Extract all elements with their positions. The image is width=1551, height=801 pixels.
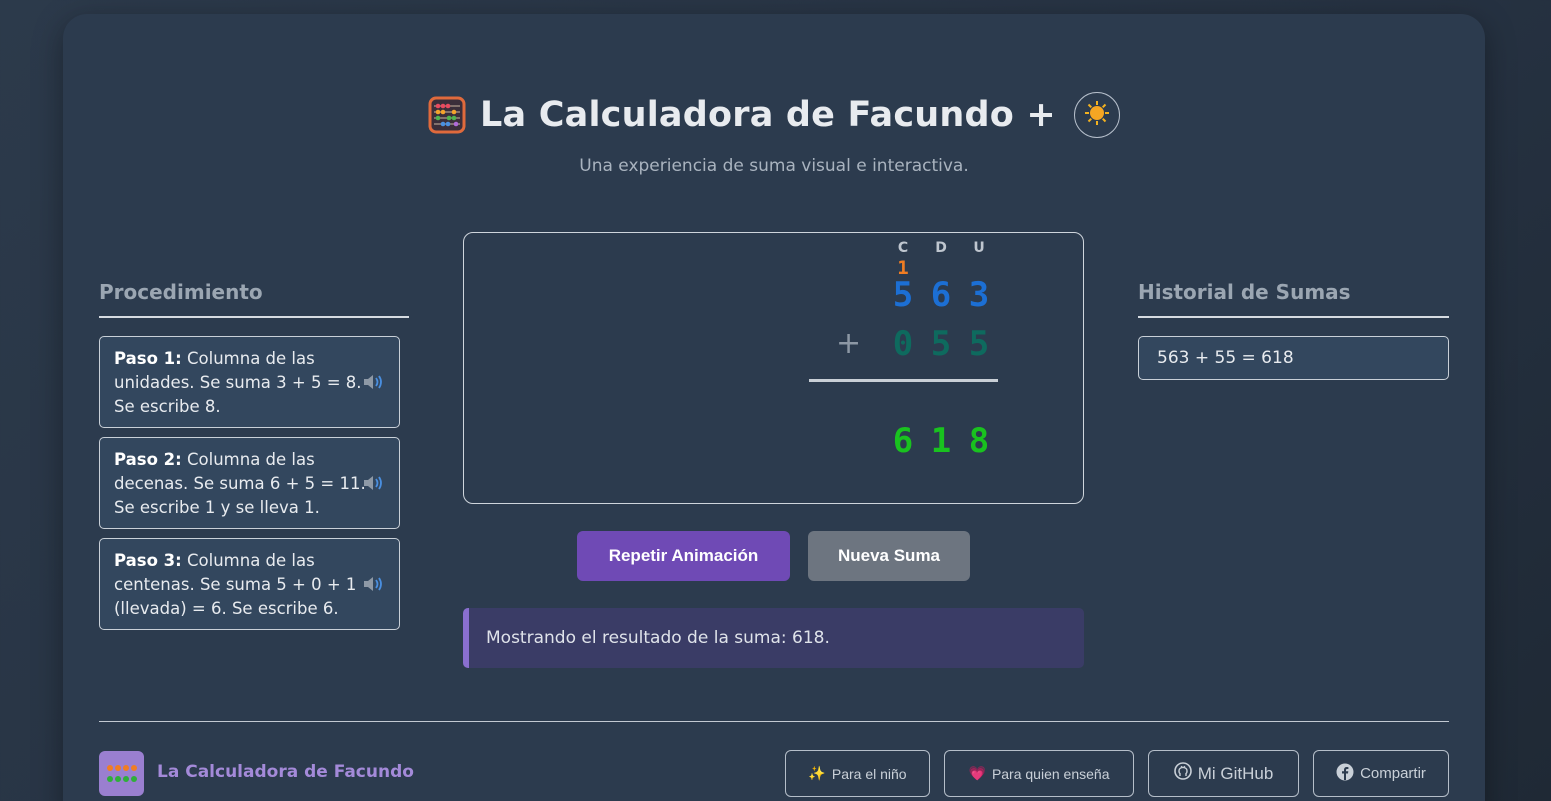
- history-divider: [1138, 316, 1449, 318]
- abacus-icon: [428, 96, 466, 134]
- history-title: Historial de Sumas: [1138, 280, 1351, 304]
- addition-board: C D U 1 5 6 3 + 0 5 5 6 1 8: [463, 232, 1084, 504]
- header: La Calculadora de Facundo +: [63, 92, 1485, 138]
- footer-divider: [99, 721, 1449, 722]
- step-label: Paso 3:: [114, 551, 182, 570]
- column-label-tens: D: [935, 240, 947, 256]
- step-label: Paso 1:: [114, 349, 182, 368]
- column-label-units: U: [973, 240, 985, 256]
- share-label: Compartir: [1360, 765, 1426, 782]
- step-card-3: Paso 3: Columna de las centenas. Se suma…: [99, 538, 400, 630]
- speaker-icon[interactable]: [363, 373, 385, 391]
- for-teacher-button[interactable]: 💗 Para quien enseña: [944, 750, 1134, 797]
- bottom-digit-tens: 5: [930, 324, 952, 364]
- github-label: Mi GitHub: [1197, 763, 1274, 783]
- plus-operator: +: [836, 326, 862, 361]
- step-label: Paso 2:: [114, 450, 182, 469]
- sparkles-icon: ✨: [808, 765, 826, 781]
- sum-line: [809, 379, 998, 382]
- step-card-2: Paso 2: Columna de las decenas. Se suma …: [99, 437, 400, 529]
- main-card: La Calculadora de Facundo + Una experien…: [63, 14, 1485, 801]
- for-teacher-label: Para quien enseña: [991, 765, 1110, 782]
- status-text: Mostrando el resultado de la suma: 618.: [486, 628, 830, 648]
- procedure-title: Procedimiento: [99, 280, 263, 304]
- heart-icon: 💗: [968, 765, 986, 781]
- theme-toggle-button[interactable]: [1073, 92, 1120, 138]
- repeat-animation-button[interactable]: Repetir Animación: [577, 531, 790, 581]
- bottom-digit-units: 5: [968, 324, 990, 364]
- bottom-digit-hundreds: 0: [892, 324, 914, 364]
- result-digit-tens: 1: [930, 421, 952, 461]
- result-digit-hundreds: 6: [892, 421, 914, 461]
- history-item[interactable]: 563 + 55 = 618: [1138, 336, 1449, 380]
- share-button[interactable]: Compartir: [1313, 750, 1449, 797]
- step-card-1: Paso 1: Columna de las unidades. Se suma…: [99, 336, 400, 428]
- for-child-label: Para el niño: [831, 765, 907, 782]
- for-child-button[interactable]: ✨ Para el niño: [785, 750, 930, 797]
- top-digit-hundreds: 5: [892, 275, 914, 315]
- top-digit-tens: 6: [930, 275, 952, 315]
- github-button[interactable]: Mi GitHub: [1148, 750, 1299, 797]
- github-icon: [1173, 762, 1192, 785]
- subtitle: Una experiencia de suma visual e interac…: [579, 156, 969, 176]
- history-item-text: 563 + 55 = 618: [1157, 348, 1294, 368]
- procedure-divider: [99, 316, 409, 318]
- result-digit-units: 8: [968, 421, 990, 461]
- top-digit-units: 3: [968, 275, 990, 315]
- new-sum-button[interactable]: Nueva Suma: [808, 531, 970, 581]
- sun-icon: [1084, 100, 1110, 130]
- page-title: La Calculadora de Facundo +: [480, 95, 1056, 135]
- footer-brand[interactable]: La Calculadora de Facundo: [157, 762, 414, 782]
- speaker-icon[interactable]: [363, 575, 385, 593]
- column-label-hundreds: C: [897, 240, 909, 256]
- footer-logo-icon: [99, 751, 144, 796]
- speaker-icon[interactable]: [363, 474, 385, 492]
- status-message: Mostrando el resultado de la suma: 618.: [463, 608, 1084, 668]
- facebook-icon: [1336, 763, 1354, 785]
